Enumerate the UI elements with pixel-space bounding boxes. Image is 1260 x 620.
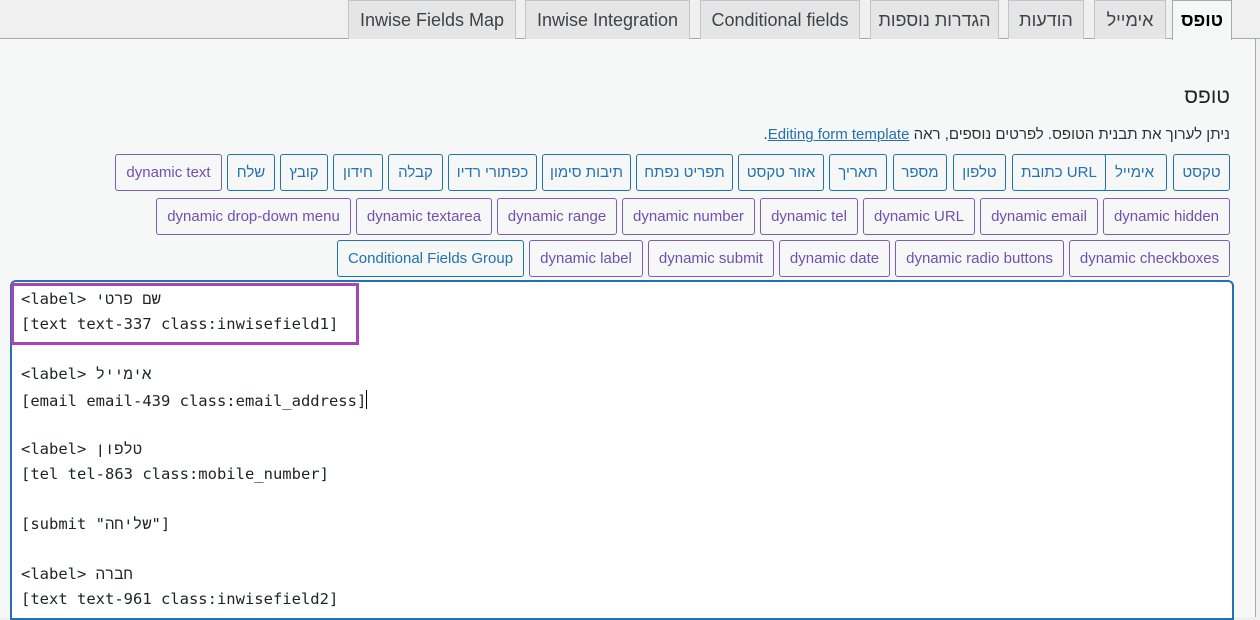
tag-button-dynamic-number[interactable]: dynamic number	[622, 198, 755, 235]
editor-line: [text text-961 class:inwisefield2]	[21, 590, 339, 608]
tag-button-dynamic-hidden[interactable]: dynamic hidden	[1103, 198, 1230, 235]
tag-button-acceptance[interactable]: קבלה	[388, 154, 443, 191]
editor-line: [submit "שליחה"]	[21, 515, 171, 533]
tag-button-tel[interactable]: טלפון	[953, 154, 1006, 191]
tag-button-quiz[interactable]: חידון	[333, 154, 383, 191]
editing-form-template-link[interactable]: Editing form template	[768, 126, 910, 143]
tab-inwise-fields-map[interactable]: Inwise Fields Map	[348, 0, 516, 40]
tag-button-dynamic-label[interactable]: dynamic label	[529, 240, 643, 277]
panel-title: טופס	[1184, 85, 1230, 108]
tab-form[interactable]: טופס	[1172, 0, 1232, 40]
editor-line-text: [email email-439 class:email_address]	[21, 392, 367, 410]
tag-button-dynamic-range[interactable]: dynamic range	[497, 198, 617, 235]
tag-button-conditional-group[interactable]: Conditional Fields Group	[337, 240, 524, 277]
tag-button-submit[interactable]: שלח	[227, 154, 275, 191]
editor-line: <label> שם פרטי	[21, 290, 161, 308]
tag-button-date[interactable]: תאריך	[829, 154, 887, 191]
tag-button-url[interactable]: כתובת URL	[1012, 154, 1106, 191]
tag-button-dynamic-textarea[interactable]: dynamic textarea	[356, 198, 492, 235]
panel-description: ניתן לערוך את תבנית הטופס. לפרטים נוספים…	[764, 126, 1230, 143]
tag-button-dynamic-email[interactable]: dynamic email	[980, 198, 1098, 235]
tag-button-dynamic-submit[interactable]: dynamic submit	[648, 240, 774, 277]
form-template-editor[interactable]: <label> שם פרטי [text text-337 class:inw…	[10, 280, 1234, 620]
tag-button-file[interactable]: קובץ	[280, 154, 328, 191]
tab-messages[interactable]: הודעות	[1008, 0, 1084, 40]
tag-button-radio[interactable]: כפתורי רדיו	[448, 154, 537, 191]
editor-line: [email email-439 class:email_address]	[21, 390, 368, 410]
text-caret	[366, 390, 368, 409]
tag-button-dynamic-date[interactable]: dynamic date	[779, 240, 890, 277]
editor-line: [text text-337 class:inwisefield1]	[21, 315, 339, 333]
tag-button-dynamic-text[interactable]: dynamic text	[115, 154, 222, 191]
tab-conditional-fields[interactable]: Conditional fields	[700, 0, 860, 40]
description-text: ניתן לערוך את תבנית הטופס. לפרטים נוספים…	[913, 126, 1230, 143]
tag-button-dropdown[interactable]: תפריט נפתח	[636, 154, 733, 191]
editor-line: [tel tel-863 class:mobile_number]	[21, 465, 329, 483]
tag-button-checkboxes[interactable]: תיבות סימון	[542, 154, 631, 191]
tab-bar: טופס אימייל הודעות הגדרות נוספות Conditi…	[0, 0, 1260, 40]
tag-button-textarea[interactable]: אזור טקסט	[738, 154, 824, 191]
tag-button-dynamic-radio[interactable]: dynamic radio buttons	[895, 240, 1064, 277]
tab-additional-settings[interactable]: הגדרות נוספות	[870, 0, 999, 40]
tag-button-dynamic-url[interactable]: dynamic URL	[863, 198, 975, 235]
tag-button-text[interactable]: טקסט	[1173, 154, 1230, 191]
tab-inwise-integration[interactable]: Inwise Integration	[525, 0, 690, 40]
editor-line: <label> אימייל	[21, 365, 152, 383]
tag-button-dynamic-dropdown[interactable]: dynamic drop-down menu	[156, 198, 351, 235]
tag-button-dynamic-checkboxes[interactable]: dynamic checkboxes	[1069, 240, 1230, 277]
editor-line: <label> חברה	[21, 565, 133, 583]
tag-button-dynamic-tel[interactable]: dynamic tel	[760, 198, 858, 235]
editor-line: <label> טלפון	[21, 440, 143, 458]
tab-email[interactable]: אימייל	[1094, 0, 1166, 40]
tag-button-email[interactable]: אימייל	[1102, 154, 1167, 191]
tag-button-number[interactable]: מספר	[893, 154, 947, 191]
